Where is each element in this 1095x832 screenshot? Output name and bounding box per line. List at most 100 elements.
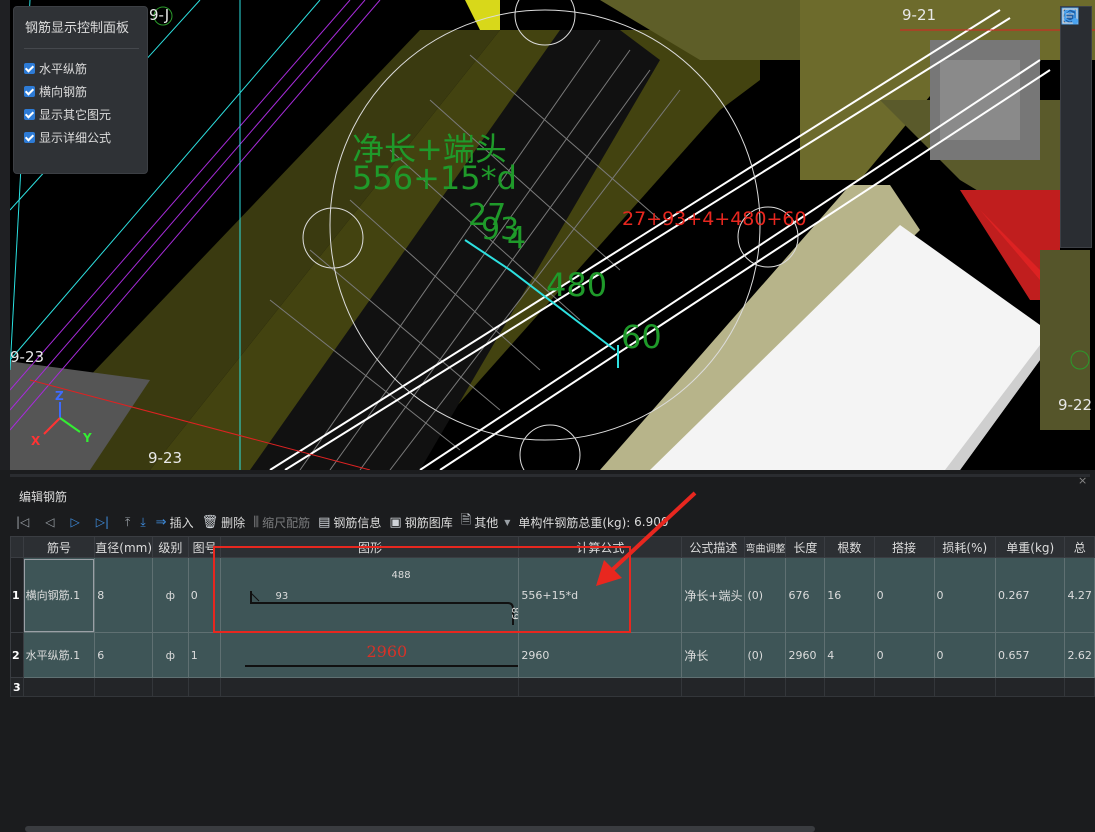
axis-z-label: Z — [55, 389, 64, 403]
cell-total[interactable]: 4.27 — [1064, 557, 1095, 633]
dimension-label-60: 60 — [621, 318, 662, 356]
horizontal-scrollbar[interactable] — [25, 826, 815, 832]
cell-length[interactable]: 676 — [785, 557, 826, 633]
empty-cell[interactable] — [824, 677, 875, 697]
col-header[interactable]: 单重(kg) — [995, 536, 1066, 558]
empty-cell[interactable] — [681, 677, 746, 697]
empty-cell[interactable] — [933, 677, 997, 697]
move-down-icon[interactable]: ⤓ — [140, 515, 145, 530]
cell-length[interactable]: 2960 — [785, 632, 826, 678]
table-row[interactable]: 2 水平纵筋.1 6 ф 1 2960 2960 净长 (0) 2960 4 0… — [10, 632, 1095, 678]
shape-length-label: 2960 — [366, 642, 408, 661]
option-label: 显示其它图元 — [39, 108, 112, 122]
cell-lap[interactable]: 0 — [873, 632, 935, 678]
library-icon: ▣ — [389, 514, 402, 530]
option-transverse-rebar[interactable]: 横向钢筋 — [24, 80, 139, 103]
empty-cell[interactable] — [187, 677, 222, 697]
cell-unit-weight[interactable]: 0.657 — [995, 632, 1066, 678]
empty-cell[interactable] — [873, 677, 935, 697]
empty-cell[interactable] — [94, 677, 154, 697]
weight-value: 6.900 — [634, 515, 669, 529]
empty-cell[interactable] — [518, 677, 683, 697]
insert-button[interactable]: ⇒ 插入 — [156, 514, 194, 531]
scale-rebar-button[interactable]: ⫼ 缩尺配筋 — [253, 514, 310, 531]
cell-loss[interactable]: 0 — [933, 557, 997, 633]
last-record-icon[interactable]: ▷| — [96, 515, 109, 529]
col-header[interactable]: 搭接 — [873, 536, 935, 558]
empty-cell[interactable] — [995, 677, 1066, 697]
editor-toolbar: |◁ ◁ ▷ ▷| ⤒ ⤓ ⇒ 插入 🗑 删除 ⫼ 缩尺配筋 ▤ 钢筋信息 ▣ 钢筋图库 … — [10, 508, 1092, 536]
delete-button[interactable]: 🗑 删除 — [202, 514, 246, 531]
empty-cell[interactable] — [1064, 677, 1095, 697]
trash-icon: 🗑 — [201, 514, 219, 530]
col-header — [10, 536, 24, 558]
cell-shape[interactable]: 2960 — [220, 632, 520, 678]
checkbox-checked-icon[interactable] — [24, 109, 35, 120]
cell-lap[interactable]: 0 — [873, 557, 935, 633]
cube-view-icon[interactable] — [1061, 8, 1091, 97]
other-dropdown[interactable]: 🗎 其他 ▼ — [461, 511, 511, 533]
col-header[interactable]: 长度 — [785, 536, 826, 558]
rebar-info-button[interactable]: ▤ 钢筋信息 — [318, 514, 381, 531]
cell-bar-name[interactable]: 横向钢筋.1 — [22, 557, 96, 633]
prev-record-icon[interactable]: ◁ — [45, 515, 54, 529]
cell-loss[interactable]: 0 — [933, 632, 997, 678]
col-header[interactable]: 总 — [1064, 536, 1095, 558]
empty-cell[interactable] — [220, 677, 520, 697]
checkbox-checked-icon[interactable] — [24, 132, 35, 143]
row-number[interactable]: 2 — [10, 632, 24, 678]
next-record-icon[interactable]: ▷ — [71, 515, 80, 529]
move-up-icon[interactable]: ⤒ — [125, 515, 130, 530]
first-record-icon[interactable]: |◁ — [16, 515, 29, 529]
cell-count[interactable]: 4 — [824, 632, 875, 678]
2d-view-icon[interactable]: 2D — [1061, 8, 1091, 67]
cell-grade[interactable]: ф — [152, 557, 189, 633]
row-number[interactable]: 1 — [10, 557, 24, 633]
col-header[interactable]: 根数 — [824, 536, 875, 558]
option-label: 水平纵筋 — [39, 62, 88, 76]
col-header[interactable]: 弯曲调整 — [744, 536, 787, 558]
cell-diameter[interactable]: 6 — [94, 632, 154, 678]
cell-bar-name[interactable]: 水平纵筋.1 — [22, 632, 96, 678]
properties-icon[interactable] — [1061, 8, 1091, 217]
col-header[interactable]: 公式描述 — [681, 536, 746, 558]
option-show-other-elements[interactable]: 显示其它图元 — [24, 103, 139, 126]
cell-formula[interactable]: 2960 — [518, 632, 683, 678]
cell-figure-no[interactable]: 1 — [187, 632, 222, 678]
iso-view-icon[interactable] — [1061, 7, 1091, 187]
empty-cell[interactable] — [22, 677, 96, 697]
fit-view-icon[interactable] — [1061, 8, 1091, 157]
row-number[interactable]: 3 — [10, 677, 24, 697]
3d-viewport[interactable]: 9-J 9-21 9-23 9-23 9-22 净长+端头 556+15*d 2… — [0, 0, 1095, 470]
table-row[interactable]: 3 — [10, 677, 1095, 697]
cell-unit-weight[interactable]: 0.267 — [995, 557, 1066, 633]
checkbox-checked-icon[interactable] — [24, 86, 35, 97]
empty-cell[interactable] — [744, 677, 787, 697]
rebar-library-button[interactable]: ▣ 钢筋图库 — [389, 514, 452, 531]
grid-label: 9-21 — [902, 6, 937, 24]
cell-formula-desc[interactable]: 净长 — [681, 632, 746, 678]
panel-splitter[interactable] — [10, 474, 1090, 477]
empty-cell[interactable] — [152, 677, 189, 697]
cell-count[interactable]: 16 — [824, 557, 875, 633]
cell-bend-adjust[interactable]: (0) — [744, 632, 787, 678]
cell-diameter[interactable]: 8 — [94, 557, 154, 633]
cell-bend-adjust[interactable]: (0) — [744, 557, 787, 633]
other-label: 其他 — [474, 515, 499, 530]
cell-total[interactable]: 2.62 — [1064, 632, 1095, 678]
cell-formula-desc[interactable]: 净长+端头 — [681, 557, 746, 633]
col-header[interactable]: 筋号 — [22, 536, 96, 558]
total-weight-label: 单构件钢筋总重(kg): 6.900 — [518, 514, 668, 531]
cell-grade[interactable]: ф — [152, 632, 189, 678]
option-horizontal-rebar[interactable]: 水平纵筋 — [24, 57, 139, 80]
option-show-detailed-formula[interactable]: 显示详细公式 — [24, 126, 139, 149]
col-header[interactable]: 损耗(%) — [933, 536, 997, 558]
col-header[interactable]: 直径(mm) — [94, 536, 154, 558]
axis-x-label: X — [31, 434, 41, 448]
empty-cell[interactable] — [785, 677, 826, 697]
close-icon[interactable]: × — [1078, 474, 1087, 487]
rebar-info-label: 钢筋信息 — [333, 515, 382, 530]
cube-solid-icon[interactable] — [1061, 8, 1091, 127]
col-header[interactable]: 级别 — [152, 536, 189, 558]
checkbox-checked-icon[interactable] — [24, 63, 35, 74]
